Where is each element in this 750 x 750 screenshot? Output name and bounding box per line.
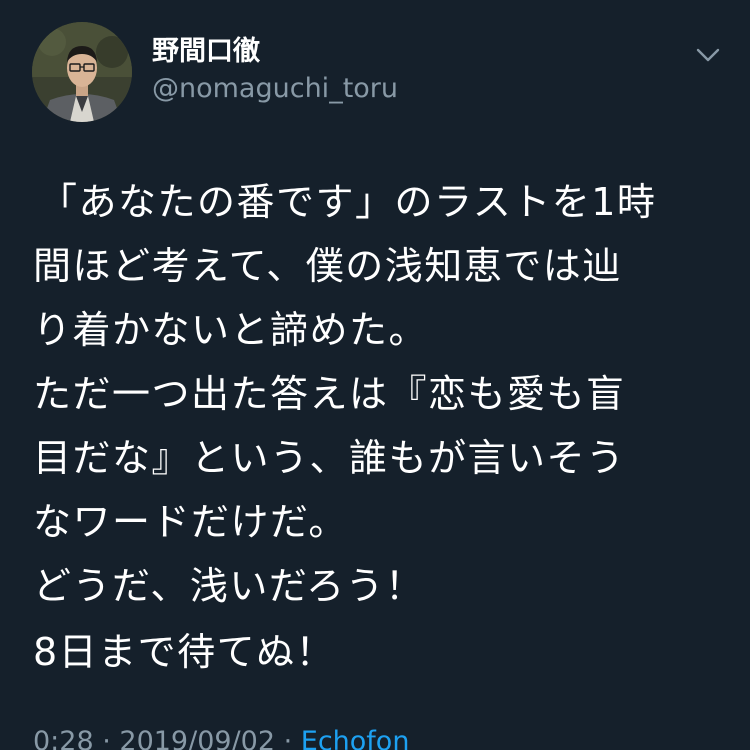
chevron-down-icon[interactable] xyxy=(694,44,722,66)
tweet-text-line: り着かないと諦めた。 xyxy=(33,308,429,352)
author-handle[interactable]: @nomaguchi_toru xyxy=(152,72,398,106)
tweet-text-line: ただ一つ出た答えは『恋も愛も盲 xyxy=(33,372,626,416)
tweet-text: 「あなたの番です」のラストを1時 間ほど考えて、僕の浅知恵では辿 り着かないと諦… xyxy=(33,170,723,618)
tweet-source-link[interactable]: Echofon xyxy=(301,726,410,750)
tweet-closing-line: 8日まで待てぬ！ xyxy=(33,630,336,674)
tweet-text-line: 間ほど考えて、僕の浅知恵では辿 xyxy=(33,244,622,288)
tweet-text-line: 目だな』という、誰もが言いそう xyxy=(33,436,626,480)
tweet-meta: 0:28 · 2019/09/02 · Echofon xyxy=(33,722,409,750)
tweet-text-line: なワードだけだ。 xyxy=(33,500,348,544)
profile-photo-icon[interactable] xyxy=(32,22,132,122)
meta-separator: · xyxy=(275,726,301,750)
author-display-name[interactable]: 野間口徹 xyxy=(152,36,260,68)
tweet-text-line: 「あなたの番です」のラストを1時 xyxy=(39,180,657,224)
tweet-card: 野間口徹 @nomaguchi_toru 「あなたの番です」のラストを1時 間ほ… xyxy=(0,0,750,750)
tweet-text-line: どうだ、浅いだろう！ xyxy=(33,564,425,608)
tweet-date[interactable]: 2019/09/02 xyxy=(119,726,275,750)
meta-separator: · xyxy=(93,726,120,750)
tweet-time: 0:28 xyxy=(33,726,94,750)
